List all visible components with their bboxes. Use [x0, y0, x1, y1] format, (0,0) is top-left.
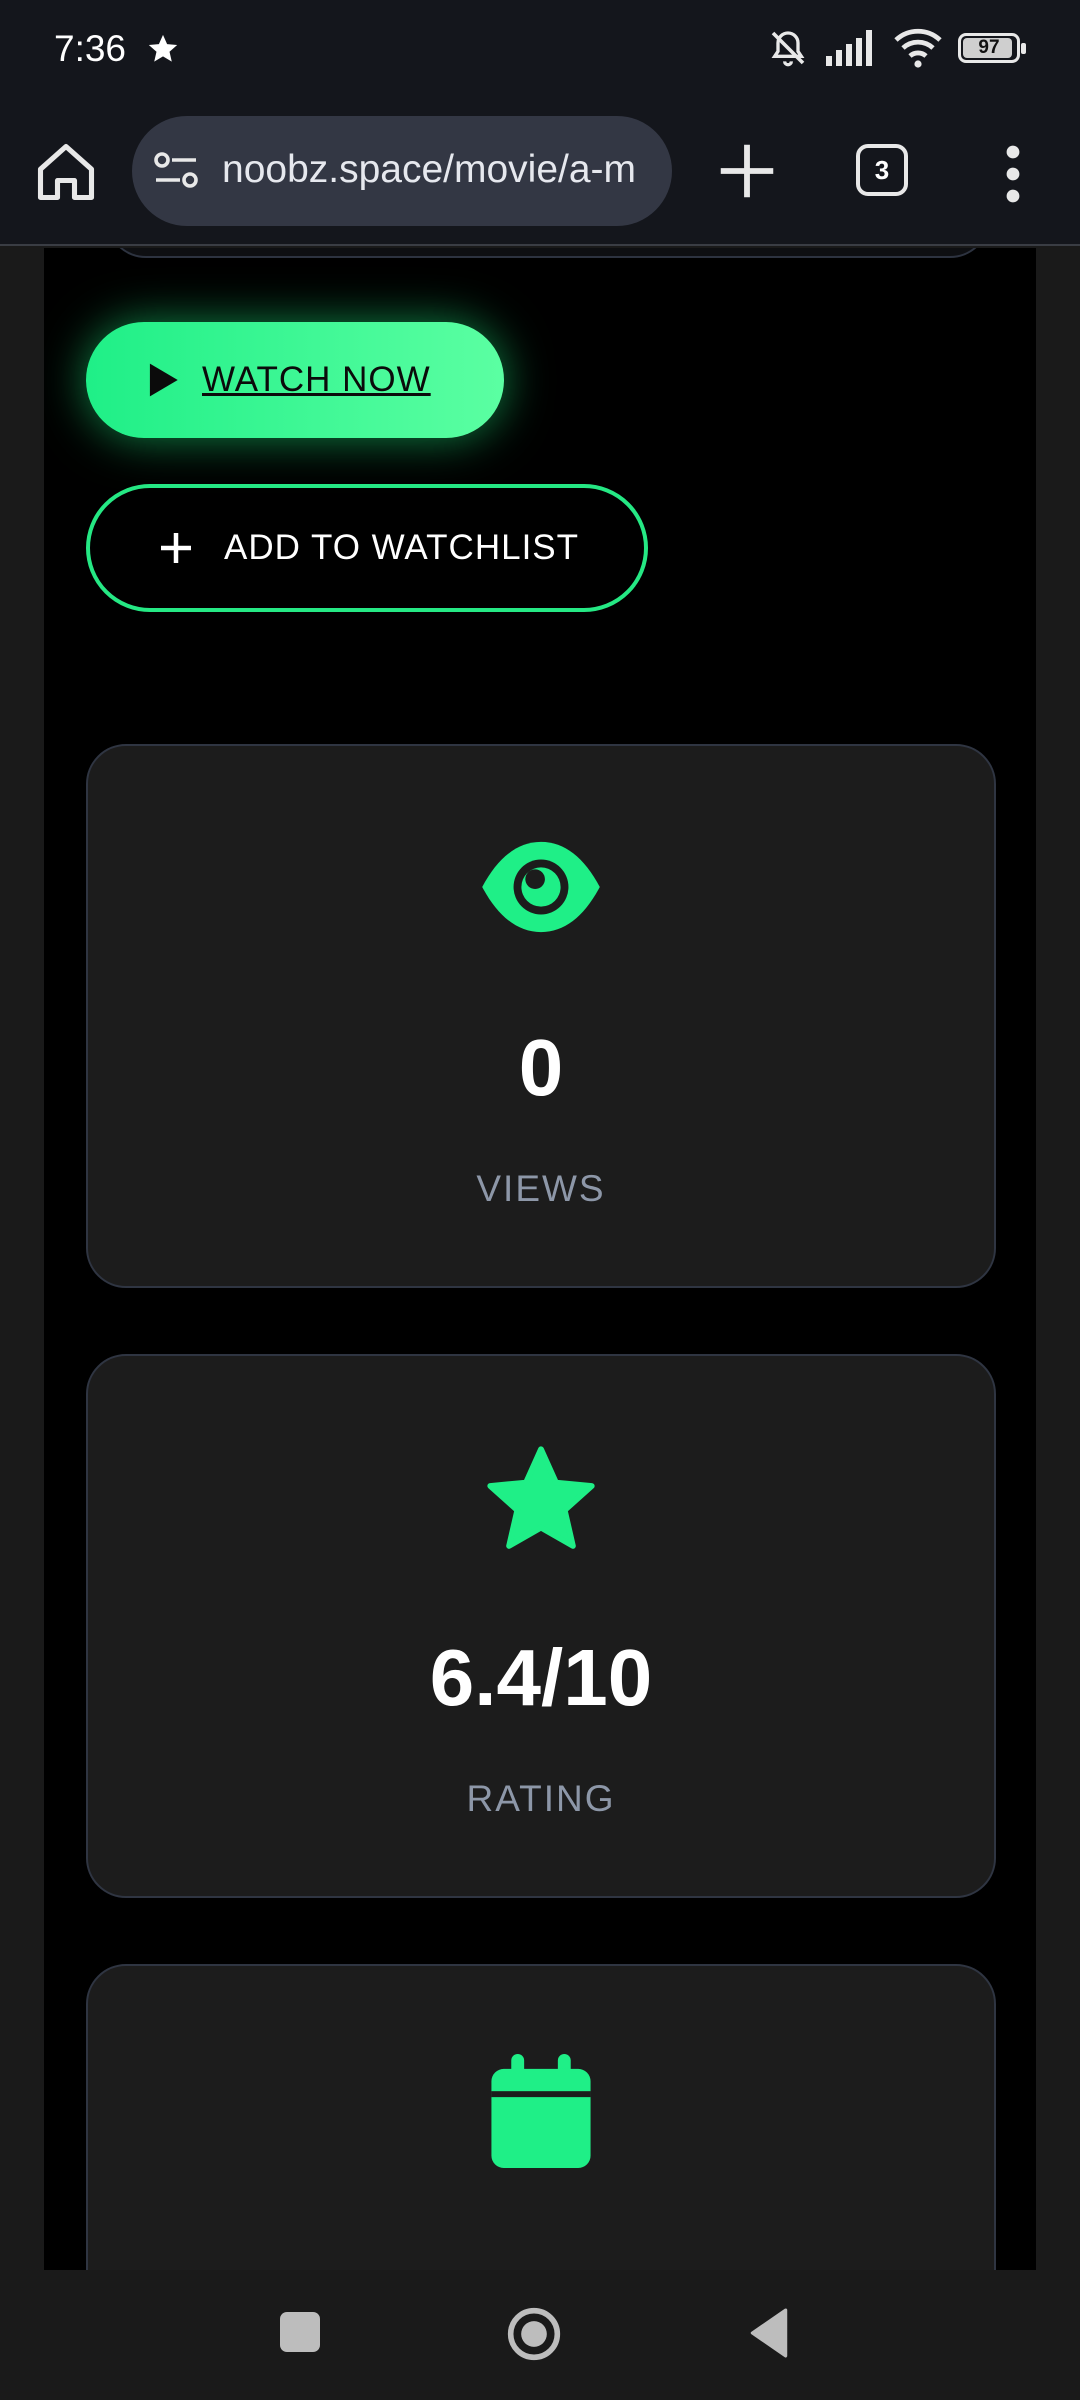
navigation-bar — [0, 2270, 1080, 2400]
views-value: 0 — [518, 1023, 564, 1112]
new-tab-icon[interactable] — [712, 136, 782, 206]
signal-icon — [826, 30, 872, 66]
calendar-icon — [491, 2054, 591, 2168]
site-settings-icon[interactable] — [152, 151, 200, 193]
url-text[interactable]: noobz.space/movie/a-m — [222, 148, 636, 192]
url-bar[interactable]: noobz.space/movie/a-m — [132, 116, 672, 226]
status-icons: 97 — [766, 28, 1026, 68]
plus-icon — [161, 533, 191, 563]
mute-icon — [771, 31, 805, 67]
release-card — [86, 1964, 996, 2270]
watch-now-button[interactable]: WATCH NOW — [86, 322, 504, 438]
add-to-watchlist-label: ADD TO WATCHLIST — [224, 528, 580, 567]
status-time: 7:36 — [54, 28, 127, 69]
recents-button[interactable] — [280, 2312, 320, 2352]
page-content: WATCH NOW ADD TO WATCHLIST 0 VIEWS 6.4/1… — [44, 248, 1036, 2270]
browser-toolbar: noobz.space/movie/a-m 3 — [0, 100, 1080, 246]
home-button[interactable] — [506, 2306, 562, 2362]
views-card: 0 VIEWS — [86, 744, 996, 1288]
rating-value: 6.4/10 — [429, 1633, 653, 1722]
menu-icon[interactable] — [998, 144, 1028, 204]
battery-icon: 97 — [958, 33, 1026, 63]
tabs-icon[interactable]: 3 — [856, 144, 908, 196]
play-icon — [149, 363, 178, 397]
add-to-watchlist-button[interactable]: ADD TO WATCHLIST — [86, 484, 648, 612]
watch-now-label: WATCH NOW — [202, 360, 431, 399]
wifi-icon — [894, 28, 942, 68]
previous-card-edge — [106, 248, 990, 258]
status-bar: 7:36 97 — [0, 0, 1080, 100]
star-icon — [148, 34, 178, 62]
battery-level: 97 — [978, 37, 1000, 58]
star-icon — [487, 1446, 595, 1549]
views-label: VIEWS — [476, 1168, 606, 1209]
eye-icon — [482, 841, 600, 933]
rating-label: RATING — [466, 1778, 616, 1819]
rating-card: 6.4/10 RATING — [86, 1354, 996, 1898]
tab-count: 3 — [874, 154, 890, 185]
home-icon[interactable] — [32, 138, 100, 206]
back-button[interactable] — [748, 2308, 790, 2358]
